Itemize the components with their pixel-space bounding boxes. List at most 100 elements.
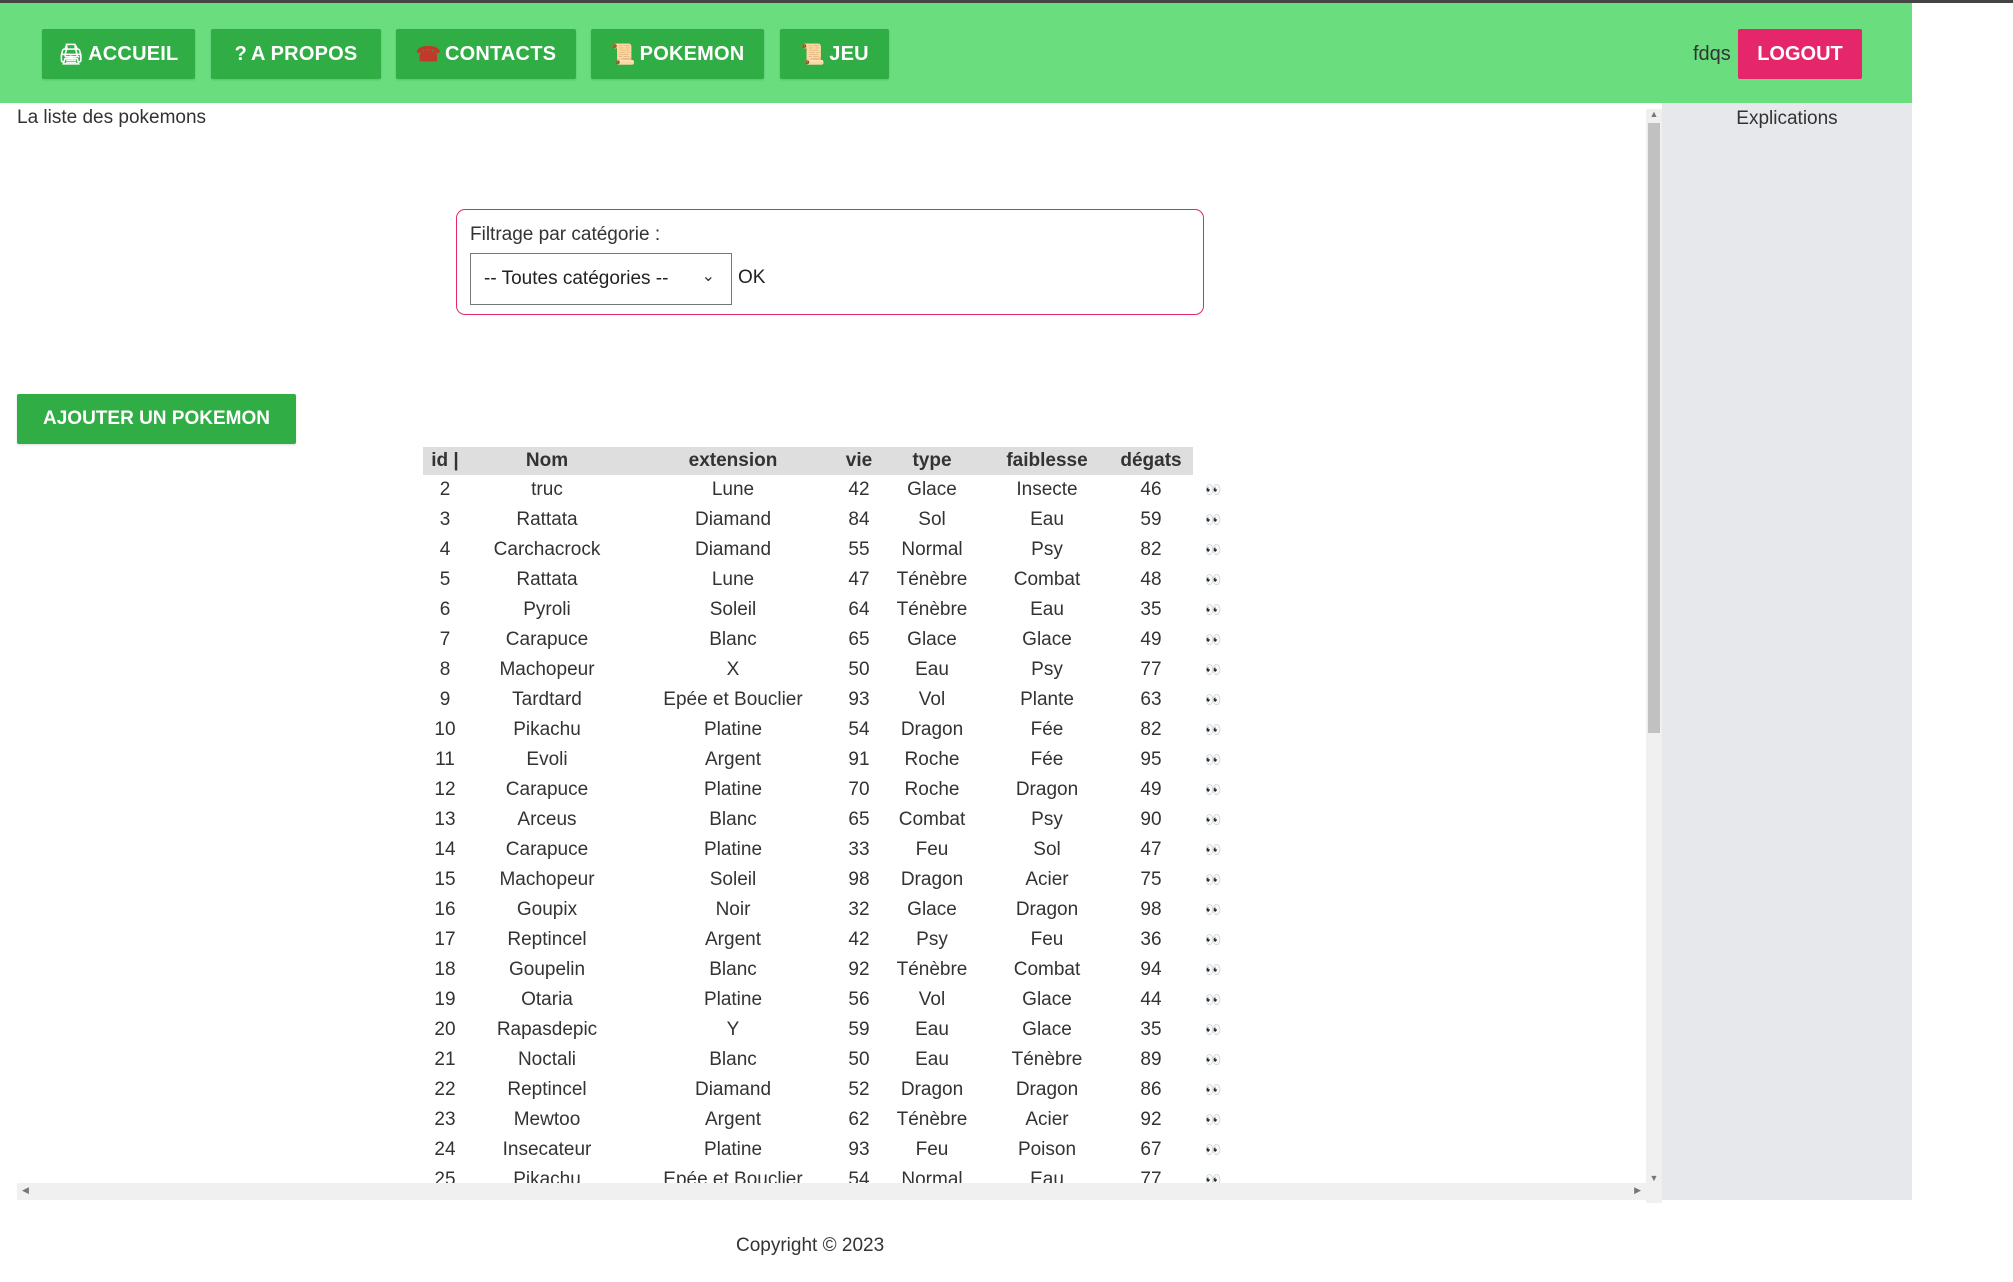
cell-faiblesse: Psy bbox=[1031, 809, 1063, 830]
cell-id: 13 bbox=[434, 809, 456, 830]
cell-id: 16 bbox=[434, 899, 456, 920]
cell-extension: Platine bbox=[703, 839, 763, 860]
filter-ok-button[interactable]: OK bbox=[738, 267, 765, 289]
nav-contacts-label: CONTACTS bbox=[444, 42, 557, 65]
username: fdqs bbox=[1693, 43, 1731, 65]
cell-nom: Pikachu bbox=[513, 1169, 581, 1183]
vertical-scrollbar[interactable]: ▲ ▼ bbox=[1646, 109, 1662, 1203]
scroll-down-arrow-icon[interactable]: ▼ bbox=[1646, 1173, 1662, 1183]
cell-id: 7 bbox=[439, 629, 451, 650]
cell-vie: 59 bbox=[848, 1019, 870, 1040]
cell-vie: 70 bbox=[848, 779, 870, 800]
header-nom: Nom bbox=[467, 447, 627, 475]
vertical-scroll-thumb[interactable] bbox=[1648, 123, 1660, 733]
cell-faiblesse: Dragon bbox=[1015, 1079, 1079, 1100]
view-eyes-icon[interactable]: 👀 bbox=[1193, 1105, 1233, 1135]
table-row: 25 Pikachu Epée et Bouclier 54 Normal Eau 77 👀 bbox=[423, 1165, 1233, 1183]
category-select-value: -- Toutes catégories -- bbox=[484, 268, 669, 289]
view-eyes-icon[interactable]: 👀 bbox=[1193, 505, 1233, 535]
scroll-right-arrow-icon[interactable]: ▶ bbox=[1634, 1185, 1641, 1196]
view-eyes-icon[interactable]: 👀 bbox=[1193, 1015, 1233, 1045]
cell-degats: 67 bbox=[1140, 1139, 1162, 1160]
view-eyes-icon[interactable]: 👀 bbox=[1193, 835, 1233, 865]
nav-accueil-button[interactable]: 🖨 ACCUEIL bbox=[42, 29, 195, 79]
cell-nom: Otaria bbox=[521, 989, 573, 1010]
view-eyes-icon[interactable]: 👀 bbox=[1193, 985, 1233, 1015]
table-viewport: id | Nom extension vie type faiblesse dé… bbox=[17, 444, 1646, 1183]
scroll-left-arrow-icon[interactable]: ◀ bbox=[22, 1185, 29, 1196]
scroll-icon: 📜 bbox=[610, 43, 636, 66]
view-eyes-icon[interactable]: 👀 bbox=[1193, 1135, 1233, 1165]
horizontal-scrollbar[interactable]: ◀ ▶ bbox=[17, 1183, 1646, 1200]
cell-type: Roche bbox=[904, 779, 960, 800]
cell-type: Dragon bbox=[900, 719, 964, 740]
cell-type: Sol bbox=[918, 509, 946, 530]
nav-jeu-button[interactable]: 📜 JEU bbox=[780, 29, 889, 79]
footer-copyright: Copyright © 2023 bbox=[736, 1235, 885, 1256]
cell-vie: 65 bbox=[848, 809, 870, 830]
view-eyes-icon[interactable]: 👀 bbox=[1193, 1075, 1233, 1105]
cell-type: Glace bbox=[907, 899, 957, 920]
cell-extension: Blanc bbox=[709, 1049, 757, 1070]
view-eyes-icon[interactable]: 👀 bbox=[1193, 535, 1233, 565]
nav-pokemon-button[interactable]: 📜 POKEMON bbox=[591, 29, 764, 79]
table-row: 23 Mewtoo Argent 62 Ténèbre Acier 92 👀 bbox=[423, 1105, 1233, 1135]
cell-type: Glace bbox=[907, 629, 957, 650]
cell-nom: Noctali bbox=[517, 1049, 577, 1070]
scroll-up-arrow-icon[interactable]: ▲ bbox=[1646, 109, 1662, 119]
navbar: 🖨 ACCUEIL ? A PROPOS ☎ CONTACTS 📜 POKEMO… bbox=[0, 3, 1912, 103]
table-row: 11 Evoli Argent 91 Roche Fée 95 👀 bbox=[423, 745, 1233, 775]
view-eyes-icon[interactable]: 👀 bbox=[1193, 475, 1233, 505]
cell-type: Vol bbox=[918, 989, 946, 1010]
cell-degats: 90 bbox=[1140, 809, 1162, 830]
table-row: 2 truc Lune 42 Glace Insecte 46 👀 bbox=[423, 475, 1233, 505]
chevron-down-icon: ⌄ bbox=[701, 268, 715, 285]
cell-faiblesse: Dragon bbox=[1015, 899, 1079, 920]
table-row: 21 Noctali Blanc 50 Eau Ténèbre 89 👀 bbox=[423, 1045, 1233, 1075]
cell-type: Ténèbre bbox=[896, 1109, 968, 1130]
view-eyes-icon[interactable]: 👀 bbox=[1193, 685, 1233, 715]
cell-extension: Argent bbox=[705, 1109, 761, 1130]
view-eyes-icon[interactable]: 👀 bbox=[1193, 1165, 1233, 1183]
view-eyes-icon[interactable]: 👀 bbox=[1193, 1045, 1233, 1075]
cell-extension: Platine bbox=[703, 1139, 763, 1160]
header-actions bbox=[1193, 447, 1233, 475]
view-eyes-icon[interactable]: 👀 bbox=[1193, 775, 1233, 805]
cell-nom: Goupix bbox=[516, 899, 578, 920]
scroll-icon: 📜 bbox=[800, 43, 826, 66]
category-select[interactable]: -- Toutes catégories -- ⌄ bbox=[470, 253, 732, 305]
view-eyes-icon[interactable]: 👀 bbox=[1193, 565, 1233, 595]
cell-extension: Blanc bbox=[709, 809, 757, 830]
cell-extension: Epée et Bouclier bbox=[663, 1169, 803, 1183]
table-row: 15 Machopeur Soleil 98 Dragon Acier 75 👀 bbox=[423, 865, 1233, 895]
view-eyes-icon[interactable]: 👀 bbox=[1193, 865, 1233, 895]
cell-nom: Mewtoo bbox=[513, 1109, 581, 1130]
cell-type: Normal bbox=[901, 539, 963, 560]
nav-apropos-button[interactable]: ? A PROPOS bbox=[211, 29, 381, 79]
cell-vie: 56 bbox=[848, 989, 870, 1010]
cell-degats: 48 bbox=[1140, 569, 1162, 590]
table-row: 19 Otaria Platine 56 Vol Glace 44 👀 bbox=[423, 985, 1233, 1015]
view-eyes-icon[interactable]: 👀 bbox=[1193, 655, 1233, 685]
nav-accueil-label: ACCUEIL bbox=[88, 42, 179, 65]
cell-extension: X bbox=[726, 659, 740, 680]
view-eyes-icon[interactable]: 👀 bbox=[1193, 955, 1233, 985]
view-eyes-icon[interactable]: 👀 bbox=[1193, 715, 1233, 745]
cell-faiblesse: Sol bbox=[1033, 839, 1061, 860]
logout-button[interactable]: LOGOUT bbox=[1738, 29, 1862, 79]
view-eyes-icon[interactable]: 👀 bbox=[1193, 805, 1233, 835]
add-pokemon-button[interactable]: AJOUTER UN POKEMON bbox=[17, 394, 296, 444]
view-eyes-icon[interactable]: 👀 bbox=[1193, 595, 1233, 625]
view-eyes-icon[interactable]: 👀 bbox=[1193, 745, 1233, 775]
cell-faiblesse: Psy bbox=[1031, 659, 1063, 680]
view-eyes-icon[interactable]: 👀 bbox=[1193, 625, 1233, 655]
view-eyes-icon[interactable]: 👀 bbox=[1193, 895, 1233, 925]
cell-degats: 77 bbox=[1140, 659, 1162, 680]
cell-faiblesse: Plante bbox=[1020, 689, 1074, 710]
nav-contacts-button[interactable]: ☎ CONTACTS bbox=[396, 29, 576, 79]
cell-type: Vol bbox=[918, 689, 946, 710]
cell-degats: 86 bbox=[1140, 1079, 1162, 1100]
view-eyes-icon[interactable]: 👀 bbox=[1193, 925, 1233, 955]
app: 🖨 ACCUEIL ? A PROPOS ☎ CONTACTS 📜 POKEMO… bbox=[0, 3, 1912, 1282]
cell-id: 19 bbox=[434, 989, 456, 1010]
